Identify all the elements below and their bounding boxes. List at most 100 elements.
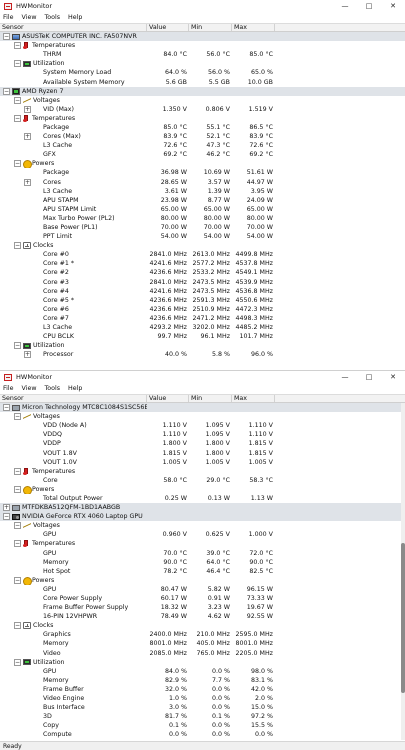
sensor-row[interactable]: Package 36.98 W 10.69 W 51.61 W <box>0 168 405 177</box>
category-node[interactable]: − Powers <box>0 576 405 585</box>
sensor-row[interactable]: Memory 82.9 % 7.7 % 83.1 % <box>0 676 405 685</box>
sensor-row[interactable]: Memory 8001.0 MHz 405.0 MHz 8001.0 MHz <box>0 639 405 648</box>
menu-help[interactable]: Help <box>68 14 82 21</box>
sensor-row[interactable]: Copy 0.1 % 0.0 % 15.5 % <box>0 721 405 730</box>
sensor-row[interactable]: Core #4 4241.6 MHz 2473.5 MHz 4536.8 MHz <box>0 287 405 296</box>
title-bar[interactable]: HWMonitor — □ ✕ <box>0 371 405 383</box>
expand-icon[interactable]: + <box>3 504 10 512</box>
collapse-icon[interactable]: − <box>14 42 21 50</box>
sensor-row[interactable]: System Memory Load 64.0 % 56.0 % 65.0 % <box>0 68 405 77</box>
sensor-row[interactable]: VOUT 1.0V 1.005 V 1.005 V 1.005 V <box>0 458 405 467</box>
collapse-icon[interactable]: − <box>14 242 21 250</box>
sensor-row[interactable]: Core #6 4236.6 MHz 2510.9 MHz 4472.3 MHz <box>0 305 405 314</box>
menu-file[interactable]: File <box>3 14 14 21</box>
sensor-row[interactable]: L3 Cache 4293.2 MHz 3202.0 MHz 4485.2 MHz <box>0 323 405 332</box>
sensor-row[interactable]: Base Power (PL1) 70.00 W 70.00 W 70.00 W <box>0 223 405 232</box>
device-node[interactable]: + MTFDKBA512QFM-1BD1AABGB <box>0 503 405 513</box>
device-node[interactable]: − ASUSTeK COMPUTER INC. FA507NVR <box>0 32 405 42</box>
collapse-icon[interactable]: − <box>3 513 10 521</box>
device-node[interactable]: − Micron Technology MTC8C1084S1SC56BD1 <box>0 403 405 413</box>
scrollbar-thumb[interactable] <box>401 543 405 693</box>
category-node[interactable]: − Voltages <box>0 521 405 530</box>
column-max[interactable]: Max <box>232 395 275 402</box>
collapse-icon[interactable]: − <box>14 160 21 168</box>
sensor-row[interactable]: Core #0 2841.0 MHz 2613.0 MHz 4499.8 MHz <box>0 250 405 259</box>
category-node[interactable]: − Voltages <box>0 412 405 421</box>
collapse-icon[interactable]: − <box>14 114 21 122</box>
column-min[interactable]: Min <box>189 24 232 31</box>
sensor-row[interactable]: Video Engine 1.0 % 0.0 % 2.0 % <box>0 694 405 703</box>
menu-help[interactable]: Help <box>68 385 82 392</box>
collapse-icon[interactable]: − <box>14 96 21 104</box>
minimize-icon[interactable]: — <box>333 371 357 383</box>
category-node[interactable]: − Temperatures <box>0 114 405 123</box>
menu-tools[interactable]: Tools <box>45 385 61 392</box>
sensor-row[interactable]: Video 2085.0 MHz 765.0 MHz 2205.0 MHz <box>0 649 405 658</box>
menu-tools[interactable]: Tools <box>45 14 61 21</box>
category-node[interactable]: − Temperatures <box>0 539 405 548</box>
category-node[interactable]: − Temperatures <box>0 467 405 476</box>
sensor-row[interactable]: GPU 84.0 % 0.0 % 98.0 % <box>0 667 405 676</box>
menu-view[interactable]: View <box>22 385 37 392</box>
expand-icon[interactable]: + <box>24 351 31 359</box>
sensor-row[interactable]: Bus Interface 3.0 % 0.0 % 15.0 % <box>0 703 405 712</box>
sensor-row[interactable]: CPU BCLK 99.7 MHz 96.1 MHz 101.7 MHz <box>0 332 405 341</box>
minimize-icon[interactable]: — <box>333 0 357 12</box>
category-node[interactable]: − Powers <box>0 159 405 169</box>
collapse-icon[interactable]: − <box>3 33 10 41</box>
collapse-icon[interactable]: − <box>14 413 21 421</box>
device-node[interactable]: − AMD Ryzen 7 <box>0 86 405 96</box>
expand-icon[interactable]: + <box>24 105 31 113</box>
sensor-row[interactable]: Core Power Supply 60.17 W 0.91 W 73.33 W <box>0 594 405 603</box>
category-node[interactable]: − Utilization <box>0 658 405 667</box>
collapse-icon[interactable]: − <box>14 342 21 350</box>
collapse-icon[interactable]: − <box>14 485 21 493</box>
sensor-row[interactable]: L3 Cache 72.6 °C 47.3 °C 72.6 °C <box>0 141 405 150</box>
sensor-row[interactable]: THRM 84.0 °C 56.0 °C 85.0 °C <box>0 50 405 59</box>
sensor-row[interactable]: VDD (Node A) 1.110 V 1.095 V 1.110 V <box>0 421 405 430</box>
sensor-row[interactable]: APU STAPM 23.98 W 8.77 W 24.09 W <box>0 196 405 205</box>
sensor-row[interactable]: Compute 0.0 % 0.0 % 0.0 % <box>0 730 405 739</box>
sensor-row[interactable]: + VID (Max) 1.350 V 0.806 V 1.519 V <box>0 105 405 114</box>
collapse-icon[interactable]: − <box>14 467 21 475</box>
sensor-row[interactable]: + Processor 40.0 % 5.8 % 96.0 % <box>0 350 405 359</box>
category-node[interactable]: − Temperatures <box>0 41 405 50</box>
sensor-row[interactable]: APU STAPM Limit 65.00 W 65.00 W 65.00 W <box>0 205 405 214</box>
vertical-scrollbar[interactable] <box>401 403 405 740</box>
category-node[interactable]: − Utilization <box>0 59 405 68</box>
collapse-icon[interactable]: − <box>14 522 21 530</box>
column-value[interactable]: Value <box>147 395 189 402</box>
sensor-row[interactable]: Max Turbo Power (PL2) 80.00 W 80.00 W 80.00… <box>0 214 405 223</box>
sensor-row[interactable]: Package 85.0 °C 55.1 °C 86.5 °C <box>0 123 405 132</box>
sensor-row[interactable]: + Cores (Max) 83.9 °C 52.1 °C 83.9 °C <box>0 132 405 141</box>
menu-file[interactable]: File <box>3 385 14 392</box>
expand-icon[interactable]: + <box>24 178 31 186</box>
maximize-icon[interactable]: □ <box>357 371 381 383</box>
close-icon[interactable]: ✕ <box>381 0 405 12</box>
title-bar[interactable]: HWMonitor — □ ✕ <box>0 0 405 12</box>
maximize-icon[interactable]: □ <box>357 0 381 12</box>
collapse-icon[interactable]: − <box>14 60 21 68</box>
collapse-icon[interactable]: − <box>14 658 21 666</box>
sensor-row[interactable]: GPU 80.47 W 5.82 W 96.15 W <box>0 585 405 594</box>
column-max[interactable]: Max <box>232 24 275 31</box>
sensor-tree[interactable]: − Micron Technology MTC8C1084S1SC56BD1− Vo… <box>0 403 405 739</box>
device-node[interactable]: − NVIDIA GeForce RTX 4060 Laptop GPU <box>0 512 405 522</box>
sensor-row[interactable]: Total Output Power 0.25 W 0.13 W 1.13 W <box>0 494 405 503</box>
sensor-row[interactable]: Core #5 * 4236.6 MHz 2591.3 MHz 4550.6 MHz <box>0 296 405 305</box>
sensor-row[interactable]: Frame Buffer Power Supply 18.32 W 3.23 W 19… <box>0 603 405 612</box>
collapse-icon[interactable]: − <box>3 404 10 412</box>
sensor-row[interactable]: 3D 81.7 % 0.1 % 97.2 % <box>0 712 405 721</box>
sensor-row[interactable]: Core #3 2841.0 MHz 2473.5 MHz 4539.9 MHz <box>0 278 405 287</box>
sensor-row[interactable]: Core #2 4236.6 MHz 2533.2 MHz 4549.1 MHz <box>0 268 405 277</box>
sensor-row[interactable]: GPU 0.960 V 0.625 V 1.000 V <box>0 530 405 539</box>
collapse-icon[interactable]: − <box>14 622 21 630</box>
sensor-row[interactable]: Core 58.0 °C 29.0 °C 58.3 °C <box>0 476 405 485</box>
sensor-row[interactable]: Frame Buffer 32.0 % 0.0 % 42.0 % <box>0 685 405 694</box>
sensor-row[interactable]: VDDP 1.800 V 1.800 V 1.815 V <box>0 439 405 448</box>
sensor-row[interactable]: VOUT 1.8V 1.815 V 1.800 V 1.815 V <box>0 448 405 457</box>
close-icon[interactable]: ✕ <box>381 371 405 383</box>
column-sensor[interactable]: Sensor <box>0 24 147 31</box>
sensor-tree[interactable]: − ASUSTeK COMPUTER INC. FA507NVR − Temperat… <box>0 32 405 359</box>
category-node[interactable]: − Clocks <box>0 621 405 630</box>
